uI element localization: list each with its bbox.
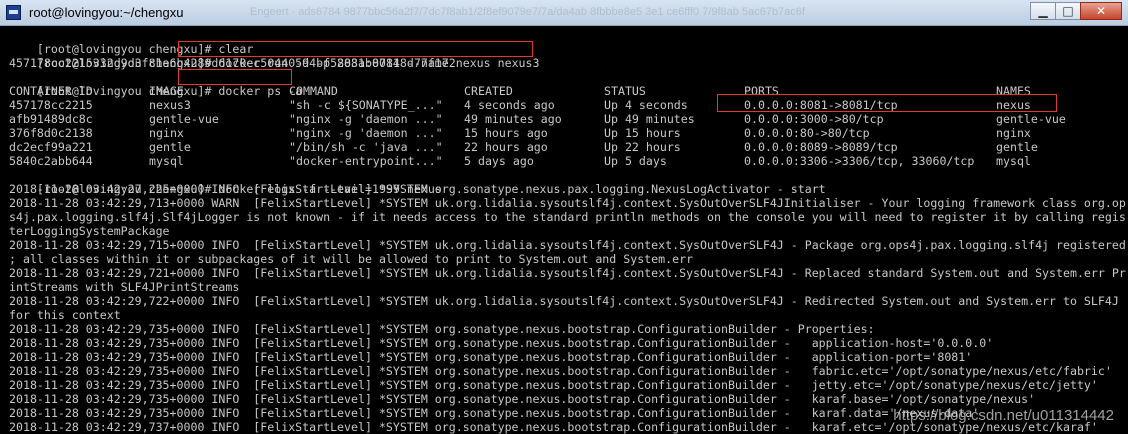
highlight-nexus-port-row <box>717 94 1057 112</box>
log-line: 2018-11-28 03:42:27,225+0000 INFO [Felix… <box>9 182 826 196</box>
minimize-button[interactable]: ▁ <box>1030 2 1056 20</box>
cell-names: gentle <box>996 140 1038 154</box>
cell-container-id: afb91489dc8c <box>9 112 93 126</box>
log-line: for this context <box>9 308 121 322</box>
terminal-app-icon <box>6 5 21 20</box>
header-container-id: CONTAINER ID <box>9 84 93 98</box>
cell-names: nginx <box>996 126 1031 140</box>
cell-status: Up 4 seconds <box>604 98 688 112</box>
log-line: 2018-11-28 03:42:29,721+0000 INFO [Felix… <box>9 266 1126 280</box>
cell-created: 49 minutes ago <box>464 112 562 126</box>
cell-created: 15 hours ago <box>464 126 548 140</box>
cell-ports: 0.0.0.0:3000->80/tcp <box>744 112 884 126</box>
close-button[interactable]: ✕ <box>1080 2 1122 20</box>
log-line: intStreams with SLF4JPrintStreams <box>9 280 240 294</box>
cell-command: "nginx -g 'daemon ..." <box>289 126 443 140</box>
window-title: root@lovingyou:~/chengxu <box>29 5 184 20</box>
cell-status: Up 49 minutes <box>604 112 695 126</box>
log-line: 2018-11-28 03:42:29,735+0000 INFO [Felix… <box>9 392 1036 406</box>
ps-table-row: 457178cc2215 nexus3 "sh -c ${SONATYPE_..… <box>9 98 1031 112</box>
cell-created: 4 seconds ago <box>464 98 555 112</box>
highlight-ps-command <box>178 69 292 85</box>
cell-command: "docker-entrypoint..." <box>289 154 443 168</box>
log-line: 2018-11-28 03:42:29,735+0000 INFO [Felix… <box>9 378 1098 392</box>
cell-created: 5 days ago <box>464 154 534 168</box>
cell-container-id: 376f8d0c2138 <box>9 126 93 140</box>
log-line: 2018-11-28 03:42:29,735+0000 INFO [Felix… <box>9 350 973 364</box>
cell-status: Up 15 hours <box>604 126 681 140</box>
log-line: 2018-11-28 03:42:29,735+0000 INFO [Felix… <box>9 364 1112 378</box>
cell-container-id: 5840c2abb644 <box>9 154 93 168</box>
cell-image: nexus3 <box>149 98 191 112</box>
cell-created: 22 hours ago <box>464 140 548 154</box>
maximize-button[interactable]: □ <box>1055 2 1081 20</box>
header-image: IMAGE <box>149 84 184 98</box>
cell-status: Up 22 hours <box>604 140 681 154</box>
cell-ports: 0.0.0.0:80->80/tcp <box>744 126 870 140</box>
log-line: 2018-11-28 03:42:29,713+0000 WARN [Felix… <box>9 196 1126 210</box>
cell-image: gentle-vue <box>149 112 219 126</box>
ps-table-row: afb91489dc8c gentle-vue "nginx -g 'daemo… <box>9 112 1066 126</box>
blurred-title-text: Engeert · ads6784 9877bbc56a2f7/7dc7f8ab… <box>250 6 805 18</box>
log-line: 2018-11-28 03:42:29,722+0000 INFO [Felix… <box>9 294 1119 308</box>
cell-ports: 0.0.0.0:3306->3306/tcp, 33060/tcp <box>744 154 975 168</box>
cell-container-id: dc2ecf99a221 <box>9 140 93 154</box>
window-controls: ▁ □ ✕ <box>1030 2 1122 20</box>
cell-ports: 0.0.0.0:8089->8089/tcp <box>744 140 898 154</box>
window-titlebar: root@lovingyou:~/chengxu Engeert · ads67… <box>0 0 1128 26</box>
cell-status: Up 5 days <box>604 154 667 168</box>
cell-command: "/bin/sh -c 'java ..." <box>289 140 443 154</box>
command-line-logs: [root@lovingyou chengxu]# docker logs -f… <box>9 168 442 196</box>
log-line: s4j.pax.logging.slf4j.Slf4jLogger is not… <box>9 210 1126 224</box>
ps-table-row: 376f8d0c2138 nginx "nginx -g 'daemon ...… <box>9 126 1031 140</box>
ps-header-row: CONTAINER ID IMAGE COMMAND CREATED STATU… <box>9 84 1031 98</box>
ps-table-row: 5840c2abb644 mysql "docker-entrypoint...… <box>9 154 1031 168</box>
header-status: STATUS <box>604 84 646 98</box>
command-line-clear: [root@lovingyou chengxu]# clear <box>9 28 253 56</box>
cell-image: mysql <box>149 154 184 168</box>
run-output-line: 457178cc2215332d9d3f81a6b4289d6170ec5044… <box>9 56 456 70</box>
cell-container-id: 457178cc2215 <box>9 98 93 112</box>
cell-names: mysql <box>996 154 1031 168</box>
log-line: ; all classes within it or subpackages o… <box>9 252 694 266</box>
cell-names: gentle-vue <box>996 112 1066 126</box>
cell-command: "nginx -g 'daemon ..." <box>289 112 443 126</box>
log-line: 2018-11-28 03:42:29,715+0000 INFO [Felix… <box>9 238 1126 252</box>
cell-image: nginx <box>149 126 184 140</box>
cell-command: "sh -c ${SONATYPE_..." <box>289 98 443 112</box>
csdn-watermark: https://blog.csdn.net/u011314442 <box>893 407 1114 424</box>
log-line: 2018-11-28 03:42:29,735+0000 INFO [Felix… <box>9 406 980 420</box>
highlight-run-command <box>178 41 533 57</box>
log-line: 2018-11-28 03:42:29,735+0000 INFO [Felix… <box>9 336 994 350</box>
header-created: CREATED <box>464 84 513 98</box>
terminal-output[interactable]: [root@lovingyou chengxu]# clear [root@lo… <box>0 26 1128 434</box>
log-line: 2018-11-28 03:42:29,735+0000 INFO [Felix… <box>9 322 875 336</box>
cell-image: gentle <box>149 140 191 154</box>
ps-table-row: dc2ecf99a221 gentle "/bin/sh -c 'java ..… <box>9 140 1038 154</box>
header-command: COMMAND <box>289 84 338 98</box>
log-line: terLoggingSystemPackage <box>9 224 170 238</box>
